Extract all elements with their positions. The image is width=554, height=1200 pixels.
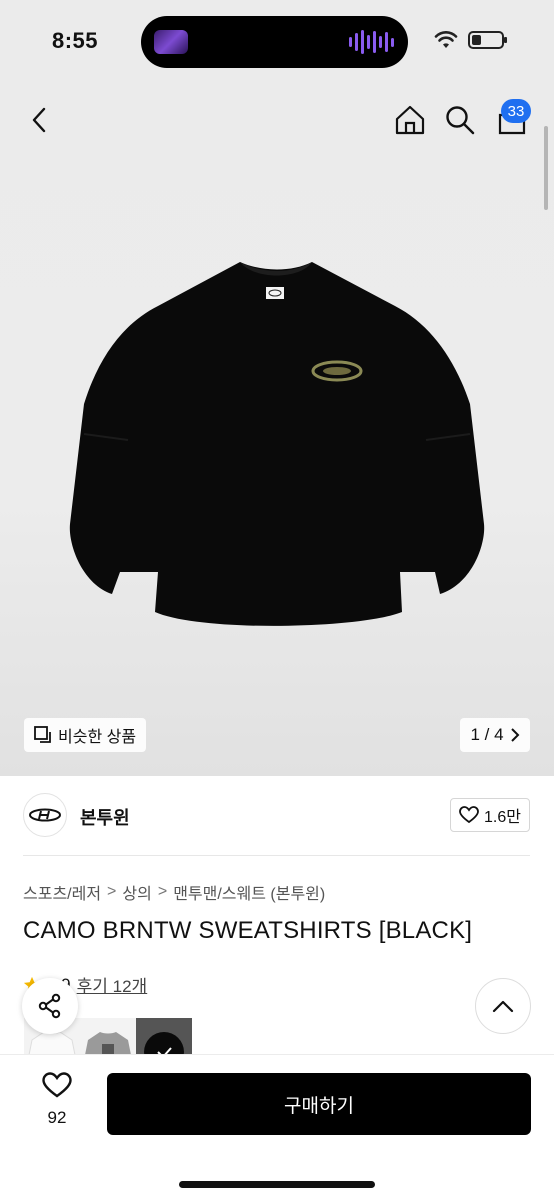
product-image-gallery[interactable] (0, 84, 554, 776)
breadcrumb-separator-icon: > (157, 883, 168, 900)
status-icons (434, 31, 507, 49)
home-button[interactable] (392, 102, 428, 138)
brand-name[interactable]: 본투윈 (80, 804, 130, 830)
status-bar: 8:55 (0, 0, 554, 84)
breadcrumb-item[interactable]: 맨투맨/스웨트 (본투윈) (173, 880, 325, 904)
share-icon (38, 993, 61, 1019)
similar-products-label: 비슷한 상품 (58, 729, 137, 746)
favorite-button[interactable]: 92 (32, 1072, 82, 1128)
divider (23, 855, 530, 856)
cart-count-badge: 33 (501, 99, 531, 123)
breadcrumb-item[interactable]: 상의 (122, 880, 151, 904)
audio-waveform-icon (349, 28, 394, 56)
status-time: 8:55 (52, 28, 99, 53)
breadcrumb: 스포츠/레저 > 상의 > 맨투맨/스웨트 (본투윈) (23, 880, 325, 904)
heart-icon (459, 806, 479, 824)
breadcrumb-separator-icon: > (107, 883, 117, 900)
image-pager[interactable]: 1 / 4 (460, 718, 530, 752)
scroll-top-button[interactable] (475, 978, 531, 1034)
breadcrumb-item[interactable]: 스포츠/레저 (23, 880, 101, 904)
battery-icon (468, 31, 507, 49)
home-indicator[interactable] (179, 1181, 375, 1188)
search-icon (446, 106, 475, 135)
similar-products-button[interactable]: 비슷한 상품 (24, 718, 147, 752)
brand-like-button[interactable]: 1.6만 (450, 798, 530, 832)
back-button[interactable] (22, 102, 58, 138)
brand-like-count: 1.6만 (484, 809, 521, 826)
now-playing-artwork (154, 30, 188, 54)
top-navigation (0, 84, 554, 160)
buy-button[interactable]: 구매하기 (107, 1073, 531, 1135)
chevron-right-icon (510, 728, 519, 742)
chevron-left-icon (32, 107, 46, 133)
product-title: CAMO BRNTW SWEATSHIRTS [BLACK] (23, 917, 473, 944)
brand-logo[interactable] (23, 793, 67, 837)
favorite-count: 92 (47, 1108, 67, 1127)
pager-text: 1 / 4 (470, 725, 504, 744)
review-link[interactable]: 후기 12개 (77, 972, 148, 997)
home-icon (395, 105, 425, 135)
search-button[interactable] (442, 102, 478, 138)
wifi-icon (434, 31, 458, 48)
product-image (69, 262, 485, 626)
heart-icon (42, 1072, 72, 1098)
brand-logo-icon (29, 808, 61, 822)
dynamic-island (141, 16, 408, 68)
chevron-up-icon (492, 1000, 514, 1013)
similar-items-icon (34, 726, 51, 743)
share-button[interactable] (22, 978, 78, 1034)
